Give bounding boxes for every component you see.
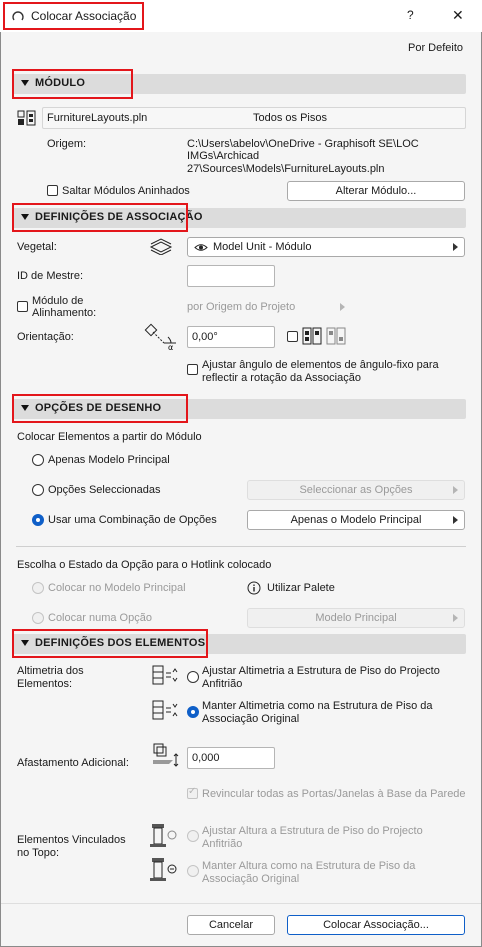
combination-radio[interactable] (32, 514, 44, 526)
vegetal-label: Vegetal: (17, 241, 57, 253)
layer-value: Model Unit - Módulo (213, 241, 312, 253)
top-linked-label-2: no Topo: (17, 847, 60, 859)
alignment-checkbox[interactable] (17, 301, 28, 312)
arrow-right-icon (453, 516, 458, 524)
dropdown-arrow-icon (453, 243, 458, 251)
top-keep-radio (187, 865, 199, 877)
mirror-icons (302, 327, 346, 345)
place-main-radio (32, 582, 44, 594)
master-id-input[interactable] (187, 265, 275, 287)
svg-text:α: α (168, 343, 173, 351)
adjust-angle-label-2: reflectir a rotação da Associação (202, 372, 361, 384)
selected-options-label: Opções Seleccionadas (48, 484, 161, 496)
altimetry-adjust-label-1: Ajustar Altimetria a Estrutura de Piso d… (202, 665, 440, 677)
skip-nested-label: Saltar Módulos Aninhados (62, 185, 190, 197)
choose-state-label: Escolha o Estado da Opção para o Hotlink… (17, 559, 272, 571)
divider (16, 546, 466, 547)
alignment-label-1: Módulo de (32, 295, 84, 307)
altimetry-adjust-icon (152, 665, 178, 685)
top-keep-icon (150, 858, 177, 881)
layer-select[interactable]: Model Unit - Módulo (187, 237, 465, 257)
altimetry-keep-icon (152, 700, 178, 720)
info-icon (247, 581, 261, 595)
origin-path-2: IMGs\Archicad (187, 150, 260, 162)
highlight-modulo (12, 69, 133, 99)
module-floors: Todos os Pisos (253, 112, 327, 124)
combination-select[interactable]: Apenas o Modelo Principal (247, 510, 465, 530)
highlight-elements (12, 629, 208, 658)
top-adjust-label-1: Ajustar Altura a Estrutura de Piso do Pr… (202, 825, 423, 837)
highlight-association (12, 203, 188, 232)
relink-label: Revincular todas as Portas/Janelas à Bas… (202, 788, 466, 800)
highlight-title (3, 2, 144, 30)
module-file-name: FurnitureLayouts.pln (47, 112, 148, 124)
alignment-arrow-icon (340, 303, 345, 311)
orientation-angle-icon: α (144, 323, 176, 351)
layer-icon (149, 238, 173, 255)
orientation-input[interactable]: 0,00° (187, 326, 275, 348)
alignment-value: por Origem do Projeto (187, 301, 296, 313)
use-palette-label: Utilizar Palete (267, 582, 335, 594)
option-value: Modelo Principal (315, 612, 397, 624)
top-keep-label-2: Associação Original (202, 873, 300, 885)
help-button[interactable]: ? (407, 8, 414, 22)
place-association-button[interactable]: Colocar Associação... (287, 915, 465, 935)
arrow-right-icon (453, 614, 458, 622)
cancel-button[interactable]: Cancelar (187, 915, 275, 935)
altimetry-label-1: Altimetria dos (17, 665, 84, 677)
arrow-right-icon (453, 486, 458, 494)
combination-value: Apenas o Modelo Principal (290, 514, 422, 526)
selected-options-radio[interactable] (32, 484, 44, 496)
place-option-label: Colocar numa Opção (48, 612, 152, 624)
altimetry-label-2: Elementos: (17, 678, 73, 690)
master-id-label: ID de Mestre: (17, 270, 84, 282)
top-adjust-icon (150, 824, 177, 847)
place-option-radio (32, 612, 44, 624)
module-file-icon (17, 110, 36, 126)
change-module-button[interactable]: Alterar Módulo... (287, 181, 465, 201)
adjust-angle-checkbox[interactable] (187, 364, 198, 375)
orientation-label: Orientação: (17, 331, 74, 343)
top-adjust-label-2: Anfitrião (202, 838, 243, 850)
close-button[interactable]: ✕ (452, 7, 464, 24)
top-keep-label-1: Manter Altura como na Estrutura de Piso … (202, 860, 416, 872)
offset-input[interactable]: 0,000 (187, 747, 275, 769)
combination-label: Usar uma Combinação de Opções (48, 514, 217, 526)
top-linked-label-1: Elementos Vinculados (17, 834, 126, 846)
offset-icon (153, 743, 179, 767)
defaults-link[interactable]: Por Defeito (408, 42, 463, 54)
mirror-checkbox[interactable] (287, 331, 298, 342)
altimetry-keep-label-1: Manter Altimetria como na Estrutura de P… (202, 700, 433, 712)
place-from-label: Colocar Elementos a partir do Módulo (17, 431, 202, 443)
main-model-label: Apenas Modelo Principal (48, 454, 170, 466)
select-options-label: Seleccionar as Opções (299, 484, 413, 496)
offset-label: Afastamento Adicional: (17, 757, 129, 769)
select-options-button: Seleccionar as Opções (247, 480, 465, 500)
alignment-label-2: Alinhamento: (32, 307, 97, 319)
origin-path-1: C:\Users\abelov\OneDrive - Graphisoft SE… (187, 138, 419, 150)
footer-divider (1, 903, 481, 904)
origin-path-3: 27\Sources\Models\FurnitureLayouts.pln (187, 163, 385, 175)
altimetry-keep-radio[interactable] (187, 706, 199, 718)
highlight-drawing (12, 394, 188, 423)
main-model-radio[interactable] (32, 454, 44, 466)
altimetry-keep-label-2: Associação Original (202, 713, 300, 725)
adjust-angle-label-1: Ajustar ângulo de elementos de ângulo-fi… (202, 359, 439, 371)
origin-label: Origem: (47, 138, 87, 150)
eye-icon (194, 244, 208, 251)
altimetry-adjust-label-2: Anfitrião (202, 678, 243, 690)
option-select: Modelo Principal (247, 608, 465, 628)
top-adjust-radio (187, 830, 199, 842)
place-main-label: Colocar no Modelo Principal (48, 582, 186, 594)
altimetry-adjust-radio[interactable] (187, 671, 199, 683)
relink-checkbox (187, 786, 198, 799)
skip-nested-checkbox[interactable] (47, 185, 58, 196)
